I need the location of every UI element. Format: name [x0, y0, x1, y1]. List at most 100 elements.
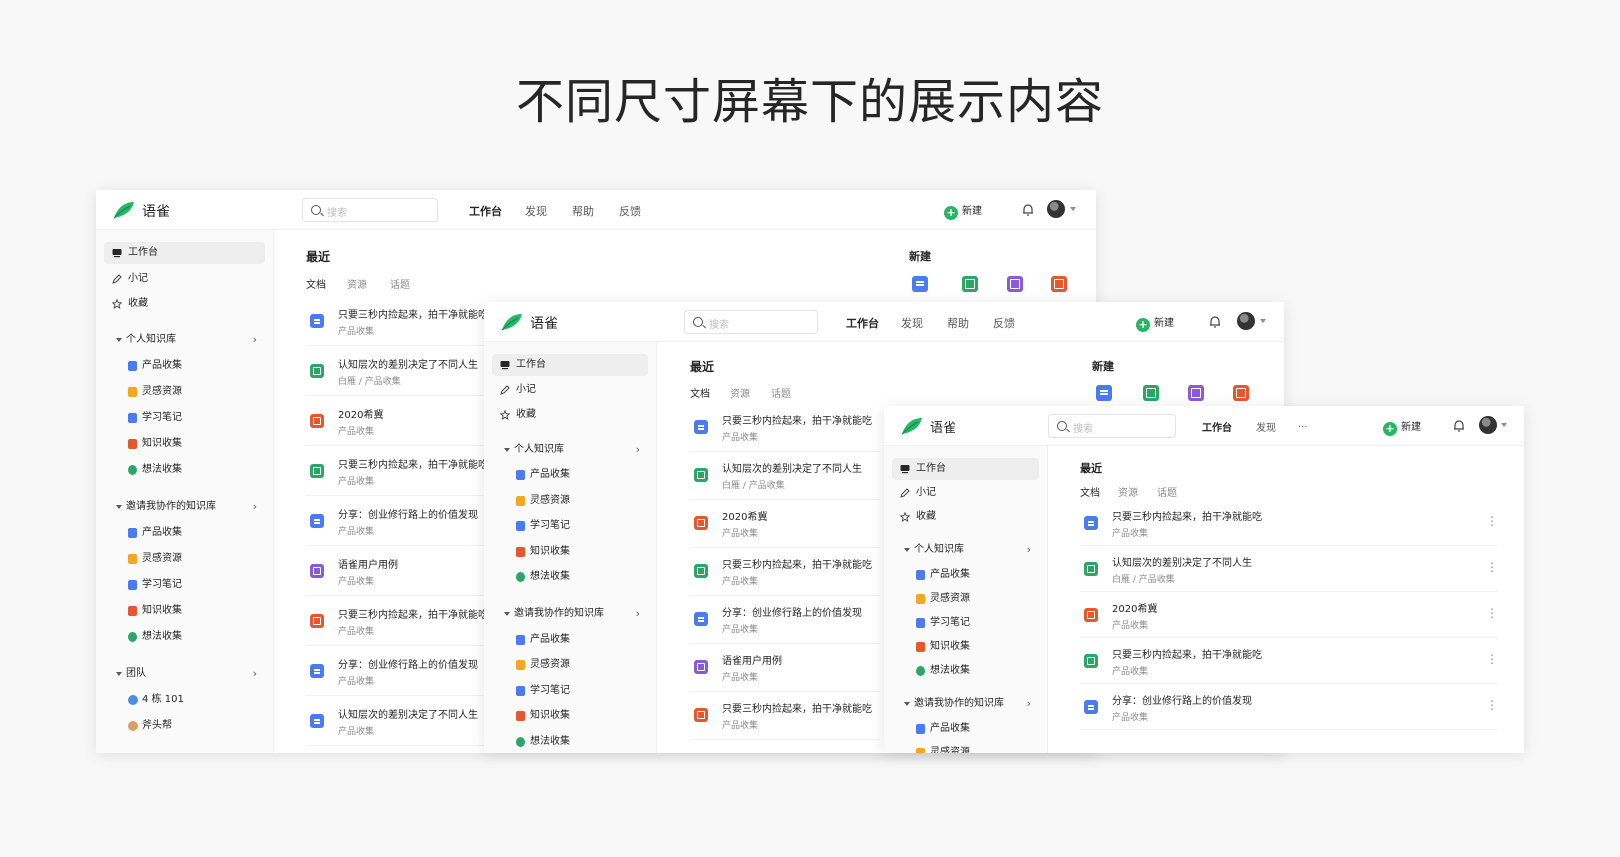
- tab-resources[interactable]: 资源: [1118, 484, 1138, 499]
- nav-workbench[interactable]: 工作台: [1202, 419, 1232, 434]
- book-item[interactable]: 学习笔记: [492, 680, 648, 702]
- list-item[interactable]: 只要三秒内捡起来，拍干净就能吃 产品收集 ⋮: [1080, 638, 1498, 684]
- new-sheet-icon[interactable]: [1143, 385, 1159, 401]
- book-item[interactable]: 学习笔记: [892, 612, 1039, 634]
- list-item[interactable]: 只要三秒内捡起来，拍干净就能吃 产品收集: [690, 548, 880, 596]
- book-item[interactable]: 灵感资源: [104, 381, 265, 403]
- more-icon[interactable]: ⋮: [1486, 652, 1498, 666]
- list-item[interactable]: 只要三秒内捡起来，拍干净就能吃 产品收集: [690, 692, 880, 740]
- bell-icon[interactable]: [1452, 418, 1466, 433]
- book-item[interactable]: 产品收集: [104, 355, 265, 377]
- tab-resources[interactable]: 资源: [730, 385, 750, 400]
- book-item[interactable]: 想法收集: [892, 660, 1039, 682]
- new-button[interactable]: + 新建: [944, 202, 982, 220]
- sidebar-item-favorites[interactable]: 收藏: [892, 506, 1039, 528]
- book-item[interactable]: 知识收集: [104, 600, 265, 622]
- list-item[interactable]: 2020希冀 产品收集: [690, 500, 880, 548]
- new-doc-icon[interactable]: [912, 276, 928, 292]
- chevron-right-icon[interactable]: ›: [636, 440, 640, 460]
- book-item[interactable]: 知识收集: [492, 541, 648, 563]
- group-invited[interactable]: 邀请我协作的知识库 ›: [492, 604, 648, 624]
- group-invited[interactable]: 邀请我协作的知识库 ›: [104, 497, 265, 517]
- search-input[interactable]: 搜索: [1048, 414, 1176, 438]
- tab-docs[interactable]: 文档: [306, 276, 326, 291]
- more-icon[interactable]: ⋮: [1486, 606, 1498, 620]
- sidebar-item-notes[interactable]: 小记: [892, 482, 1039, 504]
- group-personal[interactable]: 个人知识库 ›: [104, 330, 265, 350]
- tab-topics[interactable]: 话题: [771, 385, 791, 400]
- list-item[interactable]: 分享：创业修行路上的价值发现 产品收集 ⋮: [1080, 684, 1498, 730]
- chevron-down-icon[interactable]: [1501, 423, 1507, 427]
- new-sheet-icon[interactable]: [962, 276, 978, 292]
- book-item[interactable]: 想法收集: [492, 731, 648, 753]
- book-item[interactable]: 产品收集: [492, 629, 648, 651]
- search-input[interactable]: 搜索: [684, 310, 818, 334]
- sidebar-item-workbench[interactable]: 工作台: [104, 242, 265, 264]
- sidebar-item-workbench[interactable]: 工作台: [492, 354, 648, 376]
- team-item[interactable]: 4 栋 101: [104, 689, 265, 711]
- chevron-down-icon[interactable]: [1260, 319, 1266, 323]
- sidebar-item-favorites[interactable]: 收藏: [104, 293, 265, 315]
- nav-help[interactable]: 帮助: [947, 315, 969, 331]
- book-item[interactable]: 产品收集: [492, 464, 648, 486]
- chevron-right-icon[interactable]: ›: [253, 664, 257, 684]
- tab-topics[interactable]: 话题: [390, 276, 410, 291]
- nav-discover[interactable]: 发现: [1256, 419, 1276, 434]
- sidebar-item-workbench[interactable]: 工作台: [892, 458, 1039, 480]
- book-item[interactable]: 产品收集: [892, 718, 1039, 740]
- avatar[interactable]: [1047, 200, 1065, 218]
- nav-discover[interactable]: 发现: [525, 203, 547, 219]
- group-invited[interactable]: 邀请我协作的知识库 ›: [892, 694, 1039, 714]
- list-item[interactable]: 认知层次的差别决定了不同人生 白雁 / 产品收集: [690, 452, 880, 500]
- bell-icon[interactable]: [1021, 202, 1035, 217]
- tab-topics[interactable]: 话题: [1157, 484, 1177, 499]
- book-item[interactable]: 产品收集: [104, 522, 265, 544]
- nav-more[interactable]: ...: [1298, 419, 1308, 430]
- book-item[interactable]: 灵感资源: [892, 742, 1039, 753]
- more-icon[interactable]: ⋮: [1486, 560, 1498, 574]
- chevron-right-icon[interactable]: ›: [1027, 540, 1031, 560]
- nav-help[interactable]: 帮助: [572, 203, 594, 219]
- list-item[interactable]: 2020希冀 产品收集 ⋮: [1080, 592, 1498, 638]
- book-item[interactable]: 灵感资源: [892, 588, 1039, 610]
- more-icon[interactable]: ⋮: [1486, 698, 1498, 712]
- book-item[interactable]: 想法收集: [104, 459, 265, 481]
- new-board-icon[interactable]: [1233, 385, 1249, 401]
- nav-workbench[interactable]: 工作台: [846, 315, 879, 331]
- book-item[interactable]: 知识收集: [892, 636, 1039, 658]
- avatar[interactable]: [1237, 312, 1255, 330]
- search-input[interactable]: 搜索: [302, 198, 438, 222]
- book-item[interactable]: 学习笔记: [104, 574, 265, 596]
- list-item[interactable]: 只要三秒内捡起来，拍干净就能吃 产品收集: [690, 404, 880, 452]
- list-item[interactable]: 语雀用户用例 产品收集: [690, 644, 880, 692]
- new-mindmap-icon[interactable]: [1188, 385, 1204, 401]
- book-item[interactable]: 知识收集: [492, 705, 648, 727]
- more-icon[interactable]: ⋮: [1486, 514, 1498, 528]
- book-item[interactable]: 想法收集: [104, 626, 265, 648]
- avatar[interactable]: [1479, 416, 1497, 434]
- new-button[interactable]: + 新建: [1383, 418, 1421, 436]
- chevron-right-icon[interactable]: ›: [253, 330, 257, 350]
- tab-docs[interactable]: 文档: [1080, 484, 1100, 499]
- list-item[interactable]: 只要三秒内捡起来，拍干净就能吃 产品收集 ⋮: [1080, 500, 1498, 546]
- chevron-down-icon[interactable]: [1070, 207, 1076, 211]
- new-button[interactable]: + 新建: [1136, 314, 1174, 332]
- nav-feedback[interactable]: 反馈: [993, 315, 1015, 331]
- new-mindmap-icon[interactable]: [1007, 276, 1023, 292]
- team-item[interactable]: 斧头帮: [104, 715, 265, 737]
- book-item[interactable]: 产品收集: [892, 564, 1039, 586]
- book-item[interactable]: 灵感资源: [492, 654, 648, 676]
- bell-icon[interactable]: [1208, 314, 1222, 329]
- sidebar-item-notes[interactable]: 小记: [104, 268, 265, 290]
- book-item[interactable]: 学习笔记: [492, 515, 648, 537]
- nav-workbench[interactable]: 工作台: [469, 203, 502, 219]
- chevron-right-icon[interactable]: ›: [636, 604, 640, 624]
- group-personal[interactable]: 个人知识库 ›: [492, 440, 648, 460]
- sidebar-item-favorites[interactable]: 收藏: [492, 404, 648, 426]
- book-item[interactable]: 知识收集: [104, 433, 265, 455]
- new-doc-icon[interactable]: [1096, 385, 1112, 401]
- list-item[interactable]: 分享：创业修行路上的价值发现 产品收集: [690, 596, 880, 644]
- nav-feedback[interactable]: 反馈: [619, 203, 641, 219]
- group-team[interactable]: 团队 ›: [104, 664, 265, 684]
- book-item[interactable]: 灵感资源: [492, 490, 648, 512]
